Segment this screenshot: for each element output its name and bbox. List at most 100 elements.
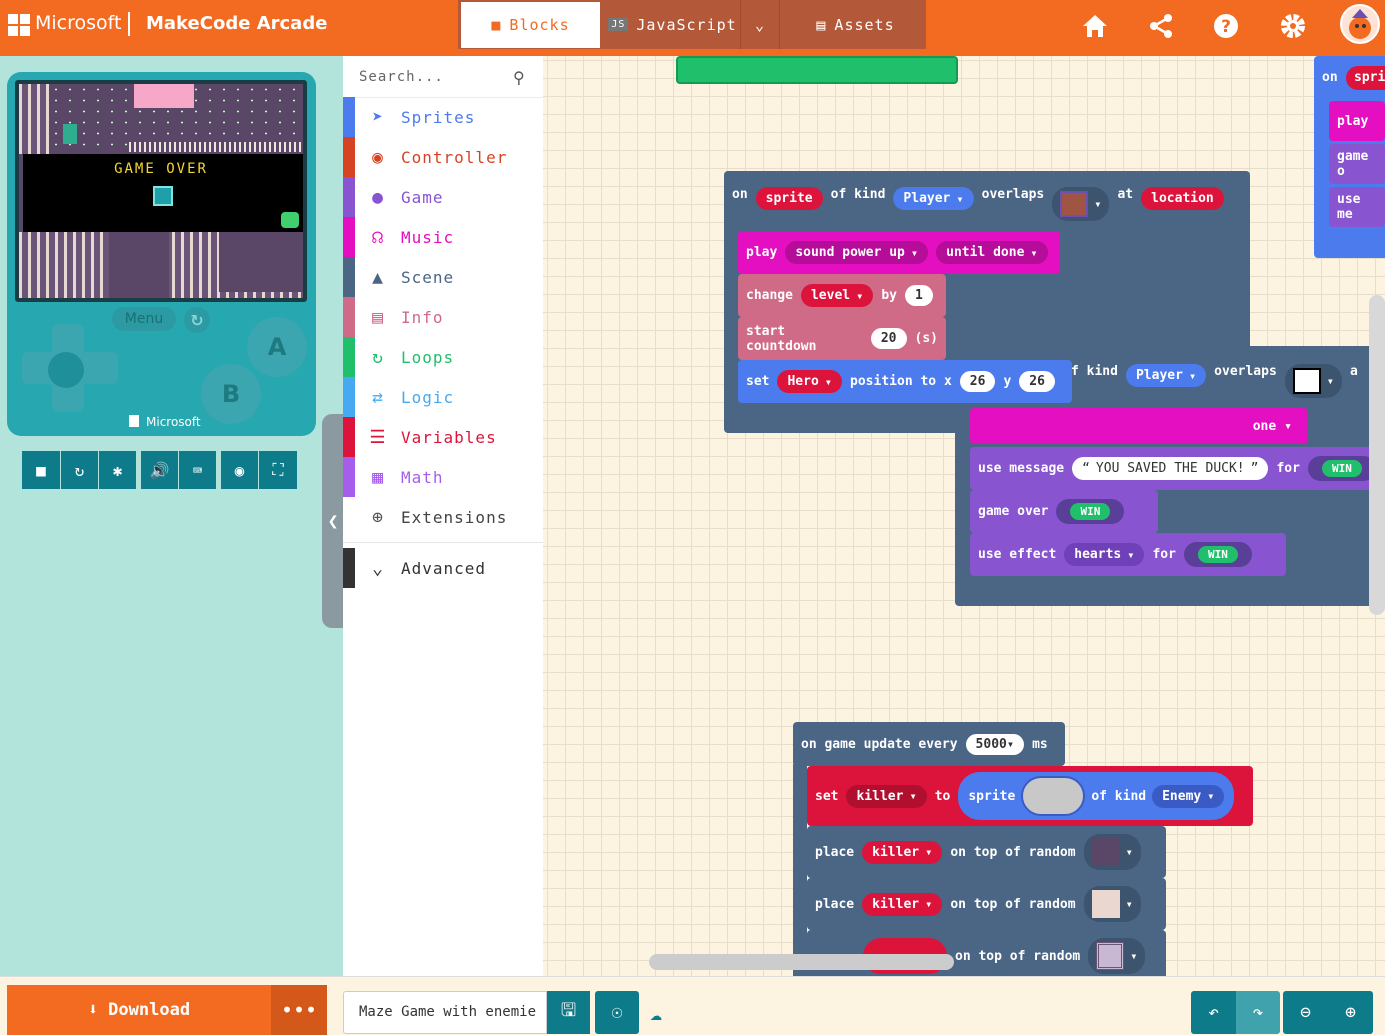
- x-input[interactable]: 26: [959, 371, 996, 392]
- language-dropdown[interactable]: ⌄: [740, 0, 780, 49]
- avatar[interactable]: [1340, 4, 1380, 44]
- play-mode-dropdown[interactable]: until done: [936, 241, 1048, 264]
- product-title[interactable]: MakeCode Arcade: [146, 13, 327, 34]
- set-killer-block[interactable]: set killer to sprite of kind Enemy: [807, 766, 1253, 826]
- level-dropdown[interactable]: level: [800, 284, 874, 307]
- play-block-fragment[interactable]: play: [1329, 101, 1385, 141]
- start-countdown-block[interactable]: start countdown 20 (s): [738, 317, 946, 360]
- gear-icon[interactable]: [1277, 10, 1309, 42]
- tab-javascript[interactable]: JS JavaScript: [605, 0, 740, 49]
- toolbox-category-extensions[interactable]: ⊕ Extensions: [343, 497, 543, 537]
- killer-value: killer: [856, 788, 904, 804]
- game-over-fragment[interactable]: game o: [1329, 144, 1385, 184]
- toolbox-category-controller[interactable]: ◉ Controller: [343, 137, 543, 177]
- debug-icon[interactable]: ✱: [99, 451, 136, 489]
- killer-dropdown[interactable]: killer: [862, 840, 943, 864]
- number-input[interactable]: 20: [870, 328, 907, 349]
- change-level-block[interactable]: change level by 1: [738, 274, 946, 317]
- interval-dropdown[interactable]: 5000: [965, 733, 1025, 755]
- use-message-fragment[interactable]: use me: [1329, 187, 1385, 227]
- game-screen[interactable]: GAME OVER: [15, 80, 307, 302]
- place-block[interactable]: place killer on top of random: [807, 826, 1166, 878]
- help-icon[interactable]: ?: [1210, 10, 1242, 42]
- set-position-block[interactable]: set Hero position to x 26 y 26: [738, 360, 1072, 403]
- toolbox-category-loops[interactable]: ↻ Loops: [343, 337, 543, 377]
- toolbox-category-info[interactable]: ▤ Info: [343, 297, 543, 337]
- tile-picker[interactable]: [1052, 187, 1110, 221]
- killer-dropdown[interactable]: killer: [862, 892, 943, 916]
- tile-picker[interactable]: [1083, 886, 1141, 922]
- share-icon[interactable]: [1145, 10, 1177, 42]
- win-boolean[interactable]: WIN: [1183, 542, 1252, 567]
- vertical-scrollbar[interactable]: [1369, 295, 1385, 615]
- message-text-input[interactable]: “YOU SAVED THE DUCK!”: [1072, 457, 1269, 480]
- toolbox-category-game[interactable]: ● Game: [343, 177, 543, 217]
- use-effect-block[interactable]: use effect hearts for WIN: [970, 533, 1286, 576]
- fullscreen-icon[interactable]: ⛶: [259, 451, 297, 489]
- sound-icon[interactable]: 🔊: [141, 451, 178, 489]
- tile-picker[interactable]: [1083, 834, 1141, 870]
- cave-wall: [19, 84, 49, 154]
- project-name-input[interactable]: Maze Game with enemie: [343, 991, 547, 1034]
- hero-dropdown[interactable]: Hero: [777, 370, 843, 393]
- win-boolean[interactable]: WIN: [1056, 499, 1125, 524]
- undo-button[interactable]: ↶: [1191, 991, 1236, 1034]
- zoom-out-button[interactable]: ⊖: [1283, 991, 1328, 1034]
- search-icon[interactable]: ⚲: [513, 68, 525, 87]
- screenshot-icon[interactable]: ◉: [221, 451, 258, 489]
- tile-picker-2[interactable]: [1284, 364, 1343, 398]
- brand-label[interactable]: Microsoft: [35, 12, 121, 34]
- restart-sim-icon[interactable]: ↻: [184, 307, 210, 333]
- sound-dropdown[interactable]: sound power up: [785, 241, 929, 264]
- tile-picker[interactable]: [1088, 938, 1146, 974]
- redo-button[interactable]: ↷: [1236, 991, 1280, 1034]
- duck-sprite-image[interactable]: [1021, 776, 1086, 816]
- horizontal-scrollbar[interactable]: [649, 954, 954, 970]
- zoom-in-icon: ⊕: [1345, 1002, 1356, 1023]
- tab-blocks[interactable]: ■ Blocks: [461, 2, 600, 48]
- game-over-block[interactable]: game over WIN: [970, 490, 1158, 533]
- killer-dropdown[interactable]: killer: [846, 784, 927, 808]
- collapse-simulator-button[interactable]: ❮: [322, 414, 344, 628]
- loop-block-fragment[interactable]: [676, 56, 958, 84]
- menu-button[interactable]: Menu: [112, 307, 176, 331]
- a-button[interactable]: A: [247, 317, 307, 377]
- use-message-block[interactable]: use message “YOU SAVED THE DUCK!” for WI…: [970, 447, 1385, 490]
- zoom-in-button[interactable]: ⊕: [1328, 991, 1373, 1034]
- toolbox-category-logic[interactable]: ⇄ Logic: [343, 377, 543, 417]
- effect-dropdown[interactable]: hearts: [1064, 543, 1145, 566]
- block-text: for: [1276, 461, 1300, 476]
- toolbox-category-variables[interactable]: ☰ Variables: [343, 417, 543, 457]
- b-button[interactable]: B: [201, 364, 261, 424]
- tab-assets[interactable]: ▤ Assets: [785, 0, 926, 49]
- place-block[interactable]: place killer on top of random: [807, 878, 1166, 930]
- home-icon[interactable]: [1079, 10, 1111, 42]
- keyboard-icon[interactable]: ⌨: [179, 451, 216, 489]
- save-button[interactable]: 🖫: [547, 991, 590, 1034]
- number-input[interactable]: 1: [905, 285, 933, 306]
- kind-dropdown[interactable]: Player: [893, 187, 974, 210]
- more-options-button[interactable]: •••: [271, 985, 327, 1035]
- win-boolean[interactable]: WIN: [1307, 456, 1376, 481]
- play-sound-block-2[interactable]: one ▾: [970, 408, 1308, 444]
- location-variable[interactable]: location: [1141, 187, 1224, 210]
- y-input[interactable]: 26: [1019, 371, 1055, 392]
- sprite-variable-fragment[interactable]: spri: [1346, 66, 1385, 90]
- toolbox-category-math[interactable]: ▦ Math: [343, 457, 543, 497]
- block-text: on: [1322, 70, 1338, 85]
- restart-icon[interactable]: ↻: [61, 451, 98, 489]
- on-game-update-block[interactable]: on game update every 5000 ms: [793, 722, 1065, 766]
- play-sound-block[interactable]: play sound power up until done: [738, 231, 1060, 274]
- toolbox-category-advanced[interactable]: ⌄ Advanced: [343, 548, 543, 588]
- toolbox-category-sprites[interactable]: ➤ Sprites: [343, 97, 543, 137]
- toolbox-category-music[interactable]: ☊ Music: [343, 217, 543, 257]
- sprite-of-kind-block[interactable]: sprite of kind Enemy: [958, 772, 1235, 820]
- blocks-workspace[interactable]: on sprite of kind Player overlaps at loc…: [543, 56, 1385, 976]
- toolbox-category-scene[interactable]: ▲ Scene: [343, 257, 543, 297]
- stop-icon[interactable]: ■: [22, 451, 60, 489]
- download-button[interactable]: ⬇ Download: [7, 985, 271, 1035]
- enemy-kind-dropdown[interactable]: Enemy: [1152, 784, 1225, 808]
- kind-dropdown-2[interactable]: Player: [1125, 364, 1207, 387]
- sprite-variable[interactable]: sprite: [755, 187, 823, 210]
- github-button[interactable]: ☉: [595, 991, 639, 1034]
